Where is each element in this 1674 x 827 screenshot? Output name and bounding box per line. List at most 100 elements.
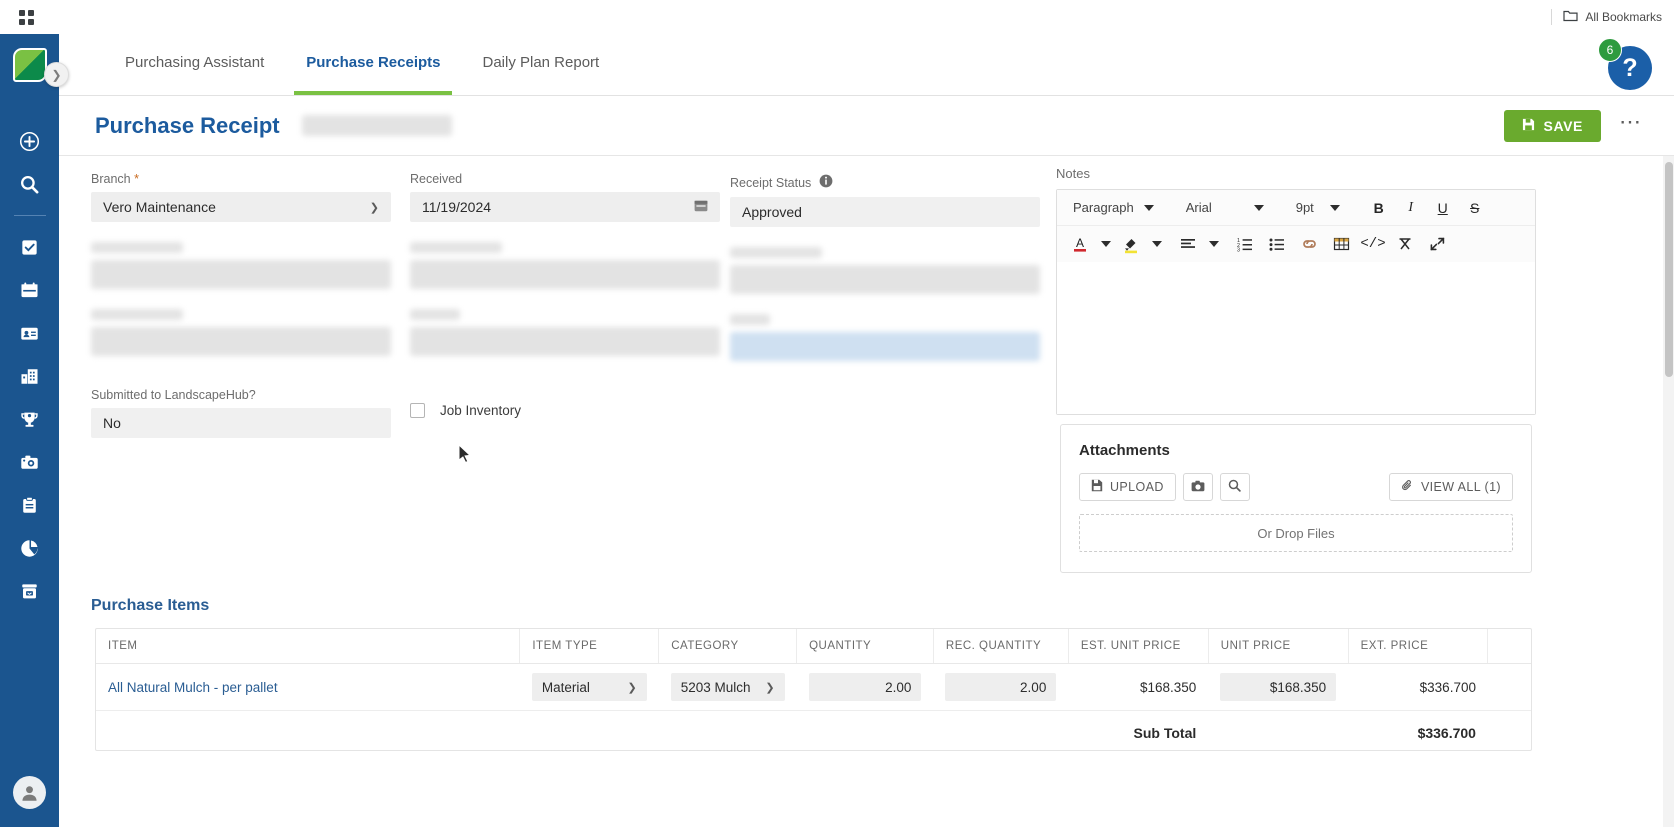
- italic-icon[interactable]: I: [1396, 195, 1426, 221]
- cell-quantity: 2.00: [796, 663, 934, 711]
- numbered-list-icon[interactable]: 1 2 3: [1230, 231, 1260, 257]
- sidebar-item-contacts[interactable]: [0, 312, 59, 355]
- column-header-actions: [1487, 629, 1531, 664]
- font-size-select[interactable]: 9pt: [1288, 195, 1348, 221]
- tab-purchasing-assistant[interactable]: Purchasing Assistant: [113, 33, 276, 95]
- fullscreen-icon[interactable]: [1422, 231, 1452, 257]
- received-date-input[interactable]: 11/19/2024: [410, 192, 720, 222]
- notes-toolbar-row-1: Paragraph Arial 9pt B I U S: [1057, 190, 1535, 226]
- chevron-down-icon[interactable]: [1148, 231, 1165, 257]
- branch-value: Vero Maintenance: [103, 199, 216, 215]
- chevron-down-icon[interactable]: [1097, 231, 1114, 257]
- rec-quantity-input[interactable]: 2.00: [945, 673, 1057, 701]
- subtotal-row: Sub Total $336.700: [96, 711, 1531, 751]
- notes-toolbar-row-2: A 1 2 3 </>: [1057, 226, 1535, 262]
- tab-daily-plan-report[interactable]: Daily Plan Report: [470, 33, 611, 95]
- font-family-select[interactable]: Arial: [1178, 195, 1272, 221]
- link-icon[interactable]: [1294, 231, 1324, 257]
- drop-files-zone[interactable]: Or Drop Files: [1079, 514, 1513, 552]
- all-bookmarks-button[interactable]: All Bookmarks: [1551, 9, 1662, 25]
- bulleted-list-icon[interactable]: [1262, 231, 1292, 257]
- save-button[interactable]: SAVE: [1503, 109, 1601, 142]
- text-color-icon[interactable]: A: [1065, 231, 1095, 257]
- apps-grid-icon[interactable]: [12, 3, 40, 31]
- column-header-category[interactable]: CATEGORY: [658, 629, 797, 664]
- received-value: 11/19/2024: [422, 199, 492, 215]
- table-icon[interactable]: [1326, 231, 1356, 257]
- item-type-select[interactable]: Material ❯: [531, 673, 647, 701]
- highlight-color-icon[interactable]: [1116, 231, 1146, 257]
- building-icon: [21, 369, 38, 384]
- category-select[interactable]: 5203 Mulch ❯: [670, 673, 785, 701]
- sidebar-item-calendar[interactable]: [0, 269, 59, 312]
- view-all-attachments-button[interactable]: VIEW ALL (1): [1388, 473, 1513, 501]
- redacted-field-a1[interactable]: [91, 242, 391, 289]
- sidebar-item-clipboard[interactable]: [0, 484, 59, 527]
- submitted-to-landscapehub-field: Submitted to LandscapeHub? No: [91, 388, 391, 438]
- camera-icon: [1191, 480, 1205, 495]
- column-header-unit-price[interactable]: UNIT PRICE: [1207, 629, 1349, 664]
- cell-item[interactable]: All Natural Mulch - per pallet: [96, 663, 520, 711]
- view-all-label: VIEW ALL (1): [1420, 480, 1501, 494]
- column-header-item[interactable]: ITEM: [96, 629, 520, 664]
- page-header-bar: Purchase Receipt SAVE ⋯: [59, 96, 1674, 156]
- column-header-item-type[interactable]: ITEM TYPE: [519, 629, 659, 664]
- notes-editor-body[interactable]: [1057, 262, 1535, 414]
- info-icon[interactable]: [819, 174, 833, 191]
- redacted-field-c2[interactable]: [730, 314, 1040, 361]
- sidebar-item-properties[interactable]: [0, 355, 59, 398]
- column-header-ext-price[interactable]: EXT. PRICE: [1347, 629, 1488, 664]
- cell-category: 5203 Mulch ❯: [658, 663, 797, 711]
- user-avatar-icon[interactable]: [13, 776, 46, 809]
- job-inventory-field: Job Inventory: [410, 403, 521, 418]
- bold-icon[interactable]: B: [1364, 195, 1394, 221]
- sidebar-item-inbox[interactable]: [0, 570, 59, 613]
- branch-label: Branch *: [91, 172, 391, 186]
- purchase-items-card: ITEM ITEM TYPE CATEGORY QUANTITY REC. QU…: [95, 628, 1532, 751]
- source-code-icon[interactable]: </>: [1358, 231, 1388, 257]
- search-attachments-button[interactable]: [1219, 473, 1250, 501]
- camera-button[interactable]: [1182, 473, 1213, 501]
- clear-formatting-icon[interactable]: [1390, 231, 1420, 257]
- redacted-field-b1[interactable]: [410, 242, 720, 289]
- sidebar-item-awards[interactable]: [0, 398, 59, 441]
- job-inventory-checkbox[interactable]: [410, 403, 425, 418]
- sidebar-item-reports[interactable]: [0, 527, 59, 570]
- underline-icon[interactable]: U: [1428, 195, 1458, 221]
- column-header-est-unit-price[interactable]: EST. UNIT PRICE: [1067, 629, 1209, 664]
- paragraph-format-select[interactable]: Paragraph: [1065, 195, 1162, 221]
- redacted-field-b2[interactable]: [410, 309, 720, 356]
- page-title: Purchase Receipt: [95, 112, 280, 138]
- category-value: 5203 Mulch: [680, 679, 751, 695]
- strikethrough-icon[interactable]: S: [1460, 195, 1490, 221]
- redacted-field-a2[interactable]: [91, 309, 391, 356]
- cell-item-type: Material ❯: [519, 663, 659, 711]
- align-left-icon[interactable]: [1173, 231, 1203, 257]
- help-widget: 6 ?: [1596, 34, 1652, 90]
- sidebar-item-photos[interactable]: [0, 441, 59, 484]
- sidebar-item-search[interactable]: [0, 163, 59, 206]
- column-header-rec-quantity[interactable]: REC. QUANTITY: [932, 629, 1069, 664]
- quantity-input[interactable]: 2.00: [808, 673, 922, 701]
- svg-text:3: 3: [1237, 247, 1240, 252]
- sidebar-item-add[interactable]: [0, 120, 59, 163]
- branch-select[interactable]: Vero Maintenance ❯: [91, 192, 391, 222]
- upload-button[interactable]: UPLOAD: [1079, 473, 1176, 501]
- content-scrollbar[interactable]: [1663, 156, 1674, 827]
- unit-price-input[interactable]: $168.350: [1220, 673, 1337, 701]
- sidebar-item-tasks[interactable]: [0, 226, 59, 269]
- receipt-status-label-text: Receipt Status: [730, 175, 812, 190]
- chevron-down-icon: [1143, 204, 1154, 211]
- page-content: Branch * Vero Maintenance ❯ Submitted to…: [59, 156, 1674, 827]
- scrollbar-thumb[interactable]: [1665, 162, 1673, 377]
- paragraph-format-value: Paragraph: [1073, 200, 1134, 215]
- calendar-icon[interactable]: [694, 199, 708, 215]
- redacted-field-c1[interactable]: [730, 247, 1040, 294]
- expand-sidebar-button[interactable]: ❯: [44, 62, 69, 87]
- column-header-quantity[interactable]: QUANTITY: [796, 629, 934, 664]
- chevron-down-icon[interactable]: [1205, 231, 1222, 257]
- chevron-right-icon: ❯: [51, 67, 62, 82]
- kebab-menu-icon[interactable]: ⋯: [1619, 110, 1642, 135]
- inbox-icon: [22, 584, 37, 599]
- tab-purchase-receipts[interactable]: Purchase Receipts: [294, 33, 453, 95]
